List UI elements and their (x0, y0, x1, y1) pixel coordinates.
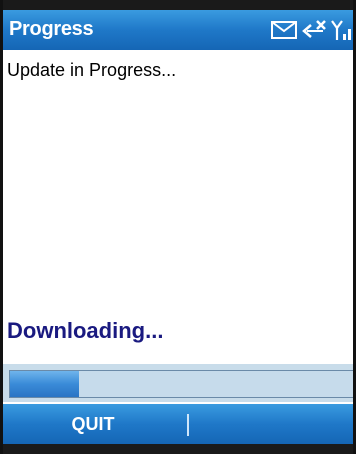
progress-bar-area (3, 362, 353, 404)
progress-fill (10, 371, 79, 397)
content-area: Update in Progress... Downloading... (3, 50, 353, 368)
update-message: Update in Progress... (7, 60, 177, 80)
softkey-divider (187, 414, 189, 436)
bottom-bezel (3, 444, 353, 454)
right-softkey[interactable] (191, 404, 353, 444)
progress-track (9, 370, 353, 398)
quit-softkey[interactable]: QUIT (3, 404, 183, 444)
softkey-bar: QUIT (3, 404, 353, 444)
phone-screen: Progress Update in Progress... Downloadi… (0, 0, 356, 454)
no-connection-icon[interactable] (301, 19, 327, 41)
download-status-text: Downloading... (7, 318, 164, 343)
mail-icon[interactable] (271, 20, 297, 40)
window-title: Progress (9, 18, 94, 40)
top-bezel (3, 0, 353, 10)
status-icons (271, 18, 353, 42)
title-bar: Progress (3, 10, 353, 50)
signal-strength-icon[interactable] (331, 19, 353, 41)
